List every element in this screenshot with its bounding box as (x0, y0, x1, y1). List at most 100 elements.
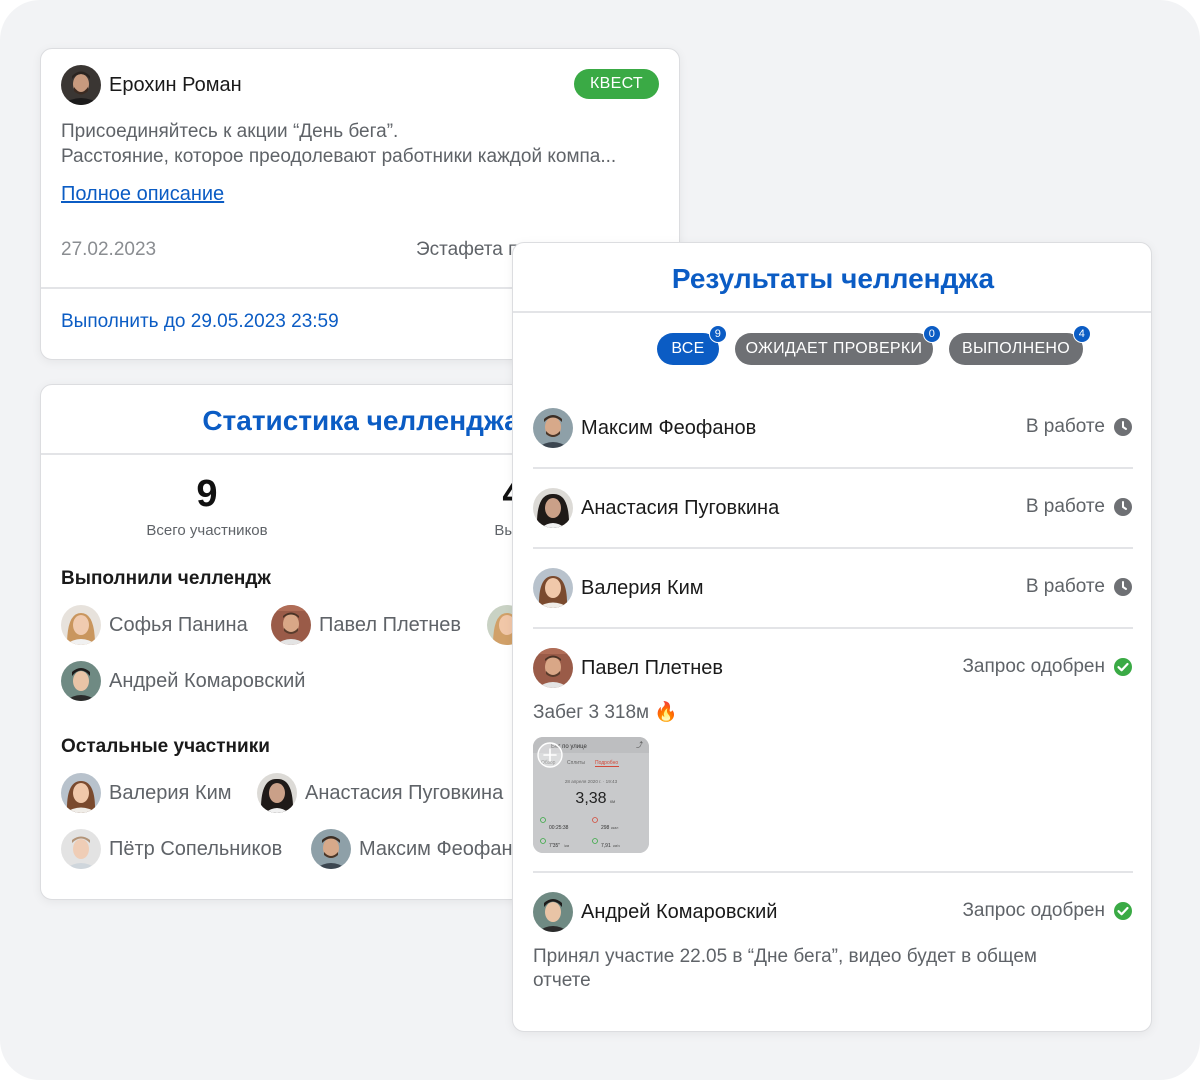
avatar (61, 605, 101, 645)
divider (533, 467, 1133, 469)
description-line: Присоединяйтесь к акции “День бега”. (61, 121, 399, 142)
screenshot-speed-unit: км/ч (613, 844, 620, 848)
divider (533, 627, 1133, 629)
svg-text:⤴: ⤴ (636, 740, 643, 749)
filter-pending-chip[interactable]: ОЖИДАЕТ ПРОВЕРКИ 0 (735, 325, 941, 365)
quest-description: Присоединяйтесь к акции “День бега”. Рас… (61, 119, 671, 169)
quest-type-badge: КВЕСТ (574, 69, 659, 99)
participant: Максим Феофанов (533, 408, 756, 448)
chip-label: ОЖИДАЕТ ПРОВЕРКИ (745, 340, 923, 357)
screenshot-duration: 00:25:38 (549, 825, 569, 831)
participant-name: Павел Плетнев (319, 613, 462, 636)
participant-chip[interactable]: Валерия Ким (61, 773, 232, 813)
status-text: Запрос одобрен (962, 656, 1105, 677)
screenshot-speed: 7,91 (601, 843, 611, 849)
participant-name: Андрей Комаровский (109, 669, 306, 692)
result-row[interactable]: Анастасия Пуговкина В работе (533, 488, 1133, 528)
avatar (533, 648, 573, 688)
divider (533, 871, 1133, 873)
screenshot-date: 28 апреля 2020 г. · 19:43 (565, 779, 618, 784)
chip-label: ВЫПОЛНЕНО (961, 340, 1071, 357)
avatar (257, 773, 297, 813)
results-card: Результаты челленджа ВСЕ 9 ОЖИДАЕТ ПРОВЕ… (512, 242, 1152, 1032)
result-attachment-thumbnail[interactable]: Бег по улице ⤴ Обзор Сплиты Подробно 28 … (533, 737, 649, 853)
screenshot-calories-unit: ккал (611, 826, 618, 830)
quest-date: 27.02.2023 (61, 239, 157, 260)
participant-name: Павел Плетнев (581, 656, 724, 679)
screenshot-pace: 7'35" (549, 843, 560, 849)
avatar (61, 829, 101, 869)
result-row[interactable]: Андрей Комаровский Запрос одобрен (533, 892, 1133, 932)
screenshot-pace-unit: /км (564, 844, 570, 848)
clock-icon (1114, 498, 1132, 516)
screenshot-distance-unit: км (610, 799, 615, 804)
participant-name: Максим Феофанов (581, 416, 757, 439)
divider (533, 547, 1133, 549)
avatar (61, 773, 101, 813)
avatar (533, 568, 573, 608)
result-row[interactable]: Валерия Ким В работе (533, 568, 1133, 608)
filter-all-chip[interactable]: ВСЕ 9 (657, 325, 727, 365)
participant-chip[interactable]: Анастасия Пуговкина (257, 773, 503, 813)
status-text: В работе (1025, 416, 1105, 437)
status-label: В работе (1026, 416, 1133, 438)
status-label: Запрос одобрен (962, 900, 1133, 922)
stat-number: 9 (196, 473, 218, 515)
chip-count-badge: 4 (1073, 325, 1091, 343)
participant-name: Валерия Ким (109, 781, 232, 804)
quest-type-label: Эстафета п (416, 239, 519, 260)
chip-count-badge: 0 (923, 325, 941, 343)
screenshot-distance: 3,38 (575, 790, 606, 807)
participant-name: Анастасия Пуговкина (305, 781, 504, 804)
total-participants-stat: 9 Всего участников (87, 473, 327, 539)
status-text: В работе (1025, 576, 1105, 597)
quest-deadline: Выполнить до 29.05.2023 23:59 (61, 311, 339, 332)
avatar (61, 661, 101, 701)
participant-name: Софья Панина (109, 613, 248, 636)
filter-completed-chip[interactable]: ВЫПОЛНЕНО 4 (949, 325, 1091, 365)
running-app-screenshot: Бег по улице ⤴ Обзор Сплиты Подробно 28 … (533, 737, 649, 853)
result-comment: Забег 3 318м 🔥 (533, 702, 679, 723)
participant: Павел Плетнев (533, 648, 723, 688)
participant: Андрей Комаровский (533, 892, 777, 932)
chip-label: ВСЕ (671, 340, 705, 357)
avatar (311, 829, 351, 869)
avatar (533, 408, 573, 448)
status-label: В работе (1026, 576, 1133, 598)
status-label: В работе (1026, 496, 1133, 518)
participant: Валерия Ким (533, 568, 704, 608)
chip-count-badge: 9 (709, 325, 727, 343)
participant: Анастасия Пуговкина (533, 488, 779, 528)
description-line: Расстояние, которое преодолевают работни… (61, 146, 617, 167)
clock-icon (1114, 418, 1132, 436)
quest-author: Ерохин Роман (61, 65, 242, 105)
participant-name: Андрей Комаровский (581, 900, 778, 923)
participant-chip[interactable]: Пётр Сопельников (61, 829, 282, 869)
clock-icon (1114, 578, 1132, 596)
check-circle-icon (1114, 902, 1132, 920)
avatar (533, 488, 573, 528)
participant-chip[interactable]: Андрей Комаровский (61, 661, 305, 701)
result-row[interactable]: Максим Феофанов В работе (533, 408, 1133, 448)
divider (513, 311, 1151, 313)
results-title: Результаты челленджа (671, 263, 995, 294)
author-name: Ерохин Роман (109, 73, 242, 96)
participant-chip[interactable]: Максим Феофан (311, 829, 513, 869)
participant-name: Пётр Сопельников (109, 837, 283, 860)
result-row[interactable]: Павел Плетнев Запрос одобрен (533, 648, 1133, 688)
check-circle-icon (1114, 658, 1132, 676)
participant-chip[interactable]: Павел Плетнев (271, 605, 461, 645)
avatar (271, 605, 311, 645)
avatar (533, 892, 573, 932)
full-description-link[interactable]: Полное описание (61, 183, 224, 206)
participant-name: Максим Феофан (359, 837, 513, 860)
status-text: В работе (1025, 496, 1105, 517)
screenshot-tab: Сплиты (567, 760, 585, 766)
participant-name: Анастасия Пуговкина (581, 496, 780, 519)
participant-chip[interactable]: Софья Панина (61, 605, 248, 645)
screenshot-tab: Подробно (595, 760, 618, 766)
avatar (61, 65, 101, 105)
screenshot-calories: 298 (601, 825, 610, 831)
status-label: Запрос одобрен (962, 656, 1133, 678)
result-comment: Принял участие 22.05 в “Дне бега”, видео… (533, 946, 1037, 991)
